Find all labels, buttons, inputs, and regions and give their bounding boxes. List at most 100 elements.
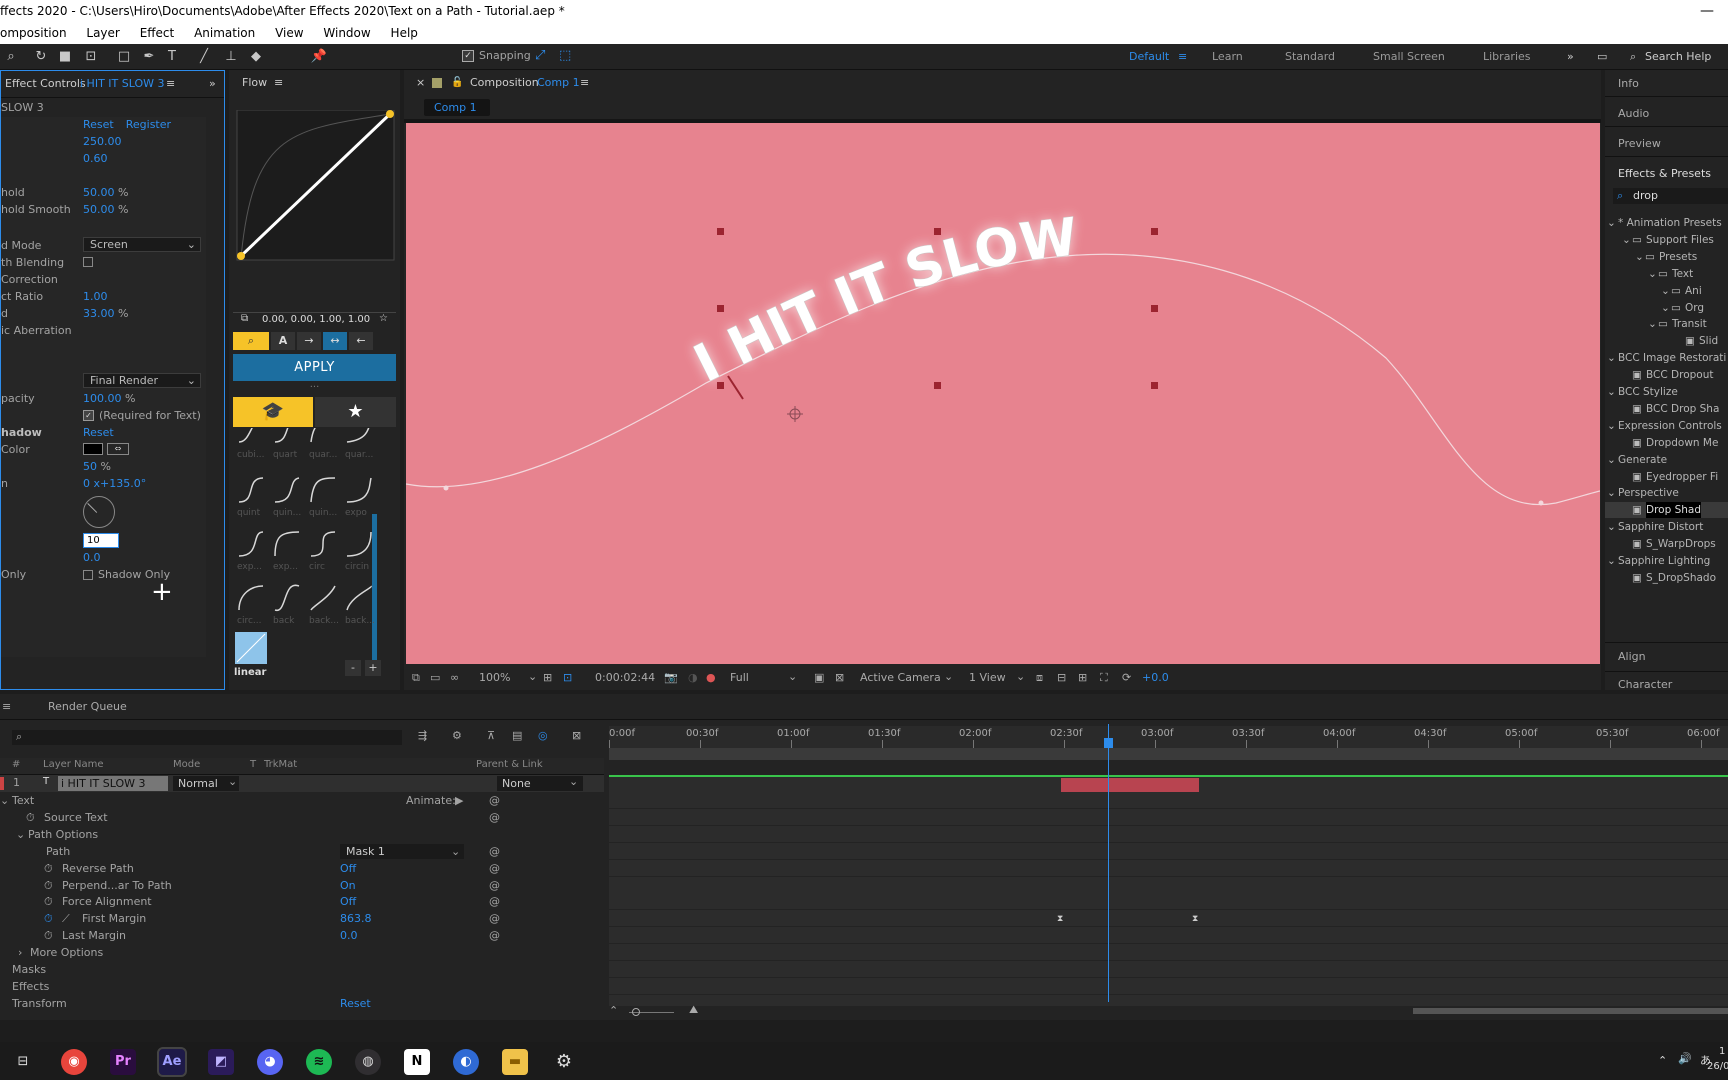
effects-item[interactable]: ▣ Slid	[1605, 333, 1728, 349]
chevron-down-icon[interactable]: ⌄	[1648, 316, 1657, 332]
chevron-right-icon[interactable]: ›	[18, 944, 22, 961]
direction-value[interactable]: 0 x+135.0°	[83, 475, 146, 492]
snapshot-icon[interactable]: 📷	[664, 671, 678, 684]
minimize-button[interactable]: —	[1700, 0, 1714, 22]
property-value[interactable]: On	[340, 877, 356, 894]
ease-preset-swatch[interactable]	[345, 530, 375, 560]
menu-view[interactable]: View	[275, 26, 303, 40]
effects-category[interactable]: ⌄ BCC Stylize	[1605, 384, 1728, 400]
effects-item[interactable]: ▣ Eyedropper Fi	[1605, 469, 1728, 485]
transparency-grid-icon[interactable]: ⊠	[835, 671, 844, 684]
ease-preset-swatch[interactable]	[237, 584, 267, 614]
menu-layer[interactable]: Layer	[86, 26, 119, 40]
effects-item[interactable]: ▣ BCC Dropout	[1605, 367, 1728, 383]
workspace-overflow-icon[interactable]: »	[1567, 50, 1574, 63]
property-value[interactable]: Reset	[340, 995, 371, 1012]
ease-preset-swatch[interactable]	[345, 476, 375, 506]
prop-first-margin[interactable]: ⏱ ⟋ First Margin 863.8 @	[0, 910, 604, 927]
workspace-small-screen[interactable]: Small Screen	[1373, 50, 1445, 63]
ease-preset-swatch[interactable]	[273, 530, 303, 560]
chevron-down-icon[interactable]: ⌄	[1607, 485, 1616, 501]
chevron-down-icon[interactable]: ⌄	[1607, 384, 1616, 400]
camera-tool-icon[interactable]: ■	[56, 48, 74, 66]
prop-perpendicular[interactable]: ⏱ Perpend...ar To Path On @	[0, 877, 604, 894]
chevron-down-icon[interactable]: ⌄	[1661, 283, 1670, 299]
curve-handle-start[interactable]	[237, 252, 245, 260]
chevron-down-icon[interactable]: ⌄	[1607, 350, 1616, 366]
prop-more-options[interactable]: › More Options	[0, 944, 604, 961]
prop-transform[interactable]: Transform Reset	[0, 995, 604, 1012]
curve-values[interactable]: 0.00, 0.00, 1.00, 1.00	[262, 314, 370, 325]
eraser-tool-icon[interactable]: ◆	[247, 48, 265, 66]
aspect-ratio-value[interactable]: 1.00	[83, 288, 108, 305]
workspace-learn[interactable]: Learn	[1212, 50, 1243, 63]
graph-icon[interactable]: ⟋	[62, 910, 70, 927]
threshold-value[interactable]: 50.00	[83, 186, 115, 199]
effects-item[interactable]: ⌄ ▭ Presets	[1605, 249, 1728, 265]
effect-controls-tab[interactable]: Effect Controls	[5, 71, 86, 97]
ease-preset-swatch[interactable]	[273, 476, 303, 506]
reset-exposure-icon[interactable]: ⟳	[1122, 671, 1131, 684]
shadow-color-swatch[interactable]	[83, 443, 103, 455]
effects-item[interactable]: ⌄ ▭ Text	[1605, 266, 1728, 282]
effect-value-2[interactable]: 0.60	[83, 150, 108, 167]
expression-pickwhip-icon[interactable]: @	[489, 877, 500, 894]
effect-register-link[interactable]: Register	[126, 118, 171, 131]
timeline-scrollbar[interactable]	[1413, 1008, 1728, 1014]
rectangle-tool-icon[interactable]: □	[115, 48, 133, 66]
spotify-icon[interactable]: ≋	[306, 1049, 332, 1075]
copy-values-icon[interactable]: ⧉	[241, 313, 248, 324]
stopwatch-icon[interactable]: ⏱	[44, 910, 53, 927]
chevron-down-icon[interactable]: ⌄	[1607, 215, 1616, 231]
file-explorer-icon[interactable]: ▬	[502, 1049, 528, 1075]
puppet-tool-icon[interactable]: 📌	[310, 48, 328, 66]
menu-window[interactable]: Window	[323, 26, 370, 40]
zoom-select[interactable]: 100%	[479, 671, 510, 684]
workspace-menu-icon[interactable]: ≡	[1178, 50, 1187, 63]
prop-reverse-path[interactable]: ⏱ Reverse Path Off @	[0, 860, 604, 877]
graph-editor-icon[interactable]: ⊠	[572, 729, 581, 742]
stopwatch-icon[interactable]: ⏱	[44, 893, 53, 910]
always-preview-icon[interactable]: ⧉	[412, 671, 420, 685]
lock-icon[interactable]: 🔓	[451, 70, 463, 96]
effects-category[interactable]: ⌄ * Animation Presets	[1605, 215, 1728, 231]
effects-category[interactable]: ⌄ Sapphire Lighting	[1605, 553, 1728, 569]
shadow-only-checkbox[interactable]	[83, 570, 93, 580]
effects-item[interactable]: ▣ Drop Shad	[1605, 502, 1728, 519]
expression-pickwhip-icon[interactable]: @	[489, 809, 500, 826]
prop-text[interactable]: ⌄ Text Animate: ▶ @	[0, 792, 604, 809]
direction-dial[interactable]	[83, 496, 115, 528]
render-mode-select[interactable]: Final Render ⌄	[83, 373, 201, 388]
property-value[interactable]: Off	[340, 860, 356, 877]
chevron-down-icon[interactable]: ⌄	[1607, 519, 1616, 535]
property-value[interactable]: 0.0	[340, 927, 358, 944]
type-tool-icon[interactable]: T	[163, 48, 181, 66]
show-snapshot-icon[interactable]: ◑	[688, 671, 698, 684]
ease-preset-swatch[interactable]	[309, 428, 339, 448]
panel-menu-icon[interactable]: ≡	[274, 70, 283, 96]
work-area-bar[interactable]	[609, 748, 1728, 760]
ease-preset-swatch[interactable]	[309, 530, 339, 560]
files-app-icon[interactable]: ◐	[453, 1049, 479, 1075]
settings-gear-icon[interactable]: ⚙	[551, 1049, 577, 1075]
expression-pickwhip-icon[interactable]: @	[489, 893, 500, 910]
character-panel-tab[interactable]: Character	[1618, 678, 1672, 691]
fit-icon[interactable]: ⊞	[543, 671, 552, 684]
fast-preview-icon[interactable]: ⊟	[1057, 671, 1066, 684]
shadow-distance-input[interactable]: 10	[83, 533, 119, 548]
align-panel-tab[interactable]: Align	[1618, 650, 1646, 663]
expression-pickwhip-icon[interactable]: @	[489, 910, 500, 927]
effects-item[interactable]: ⌄ ▭ Transit	[1605, 316, 1728, 332]
after-effects-icon[interactable]: Ae	[157, 1047, 187, 1077]
layer-name-field[interactable]: i HIT IT SLOW 3	[58, 776, 168, 791]
drop-shadow-reset-link[interactable]: Reset	[83, 424, 114, 441]
text-mode-button[interactable]: A	[271, 332, 295, 350]
playhead-handle[interactable]	[1104, 738, 1113, 748]
audio-panel-tab[interactable]: Audio	[1618, 107, 1649, 120]
required-text-checkbox[interactable]: ✓	[83, 410, 94, 421]
snapping-checkbox[interactable]: ✓	[462, 50, 474, 62]
search-help-field[interactable]: Search Help	[1645, 50, 1711, 63]
chevron-down-icon[interactable]: ⌄	[1607, 452, 1616, 468]
property-value[interactable]: Mask 1	[340, 843, 464, 859]
threshold-smooth-value[interactable]: 50.00	[83, 203, 115, 216]
